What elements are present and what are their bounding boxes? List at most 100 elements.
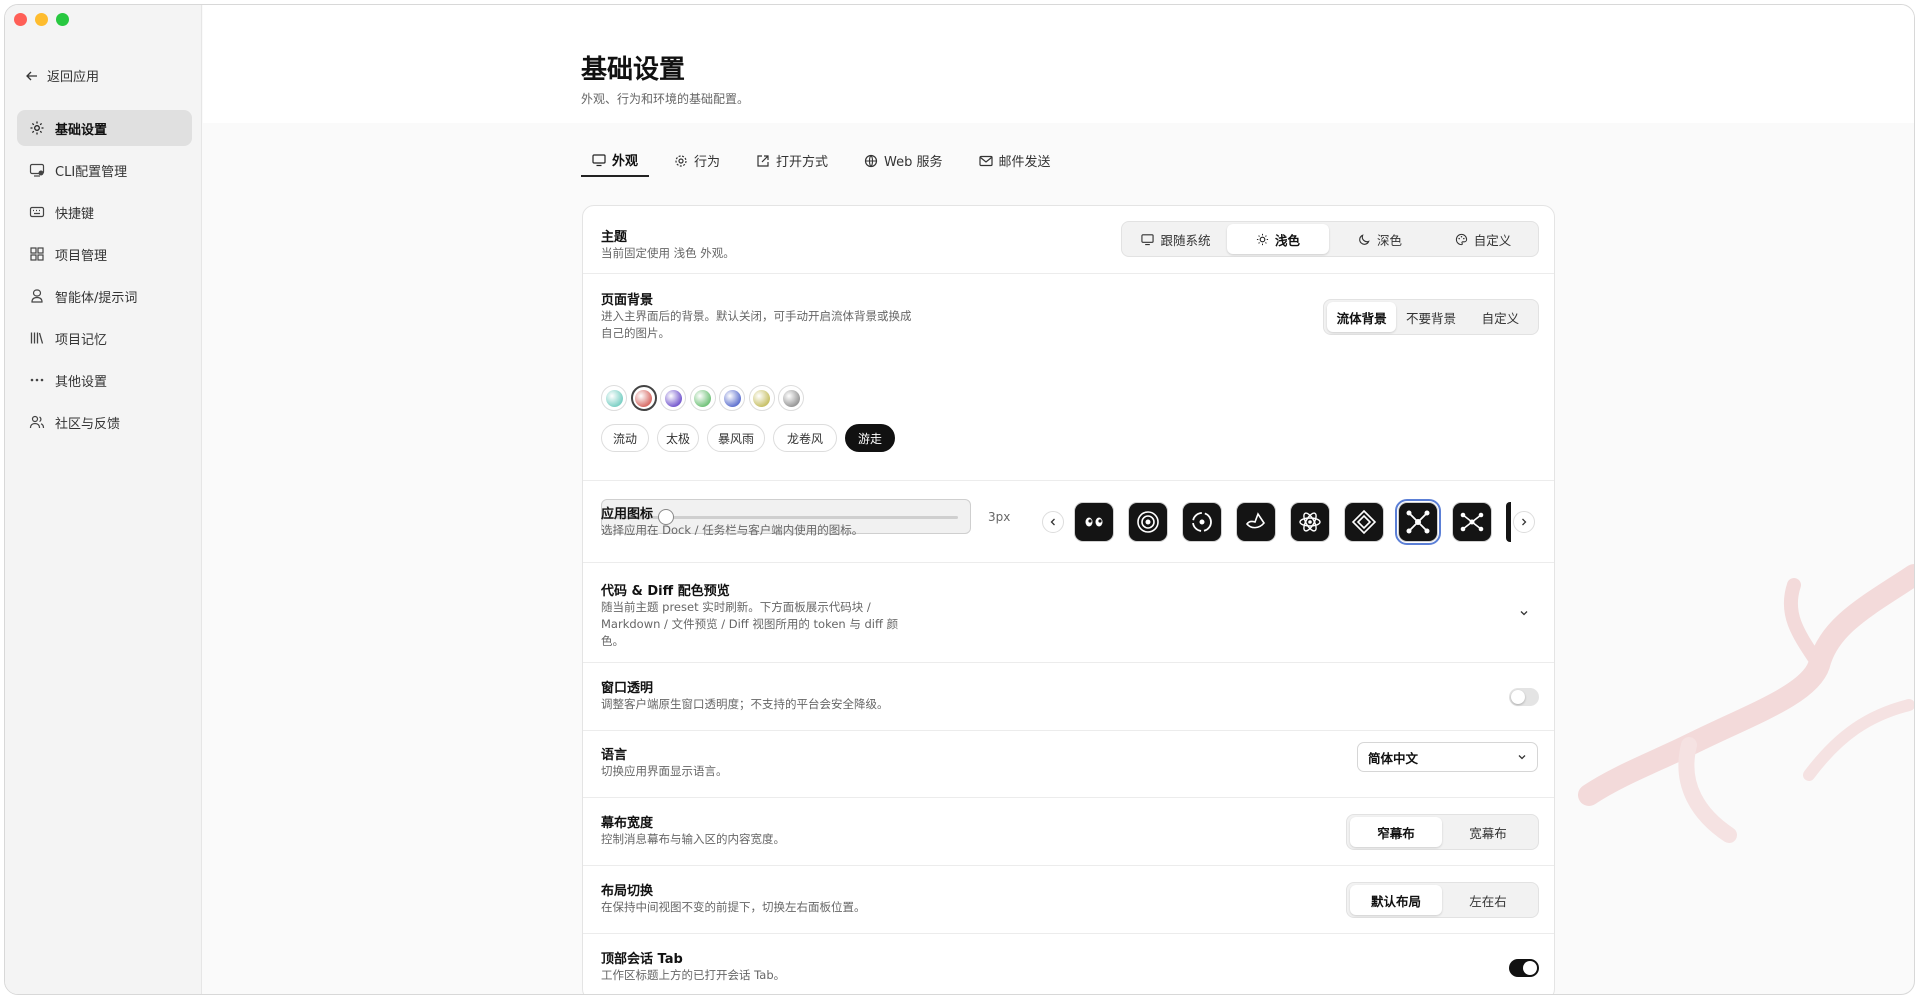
icons-prev-button[interactable] <box>1042 511 1064 533</box>
tab-appearance[interactable]: 外观 <box>581 144 650 177</box>
color-swatch[interactable] <box>660 385 686 411</box>
app-icon-option-target[interactable] <box>1128 502 1168 542</box>
tab-web-service[interactable]: Web 服务 <box>853 144 953 177</box>
gear-icon <box>30 121 44 135</box>
palette-icon <box>1455 233 1467 245</box>
code-preview-row[interactable]: 代码 & Diff 配色预览 随当前主题 preset 实时刷新。下方面板展示代… <box>583 563 1554 663</box>
canvas-option-wide[interactable]: 宽幕布 <box>1442 817 1534 847</box>
app-icon-option-network[interactable] <box>1395 499 1441 545</box>
style-chip-flow[interactable]: 流动 <box>601 424 649 452</box>
language-value: 简体中文 <box>1368 750 1419 766</box>
style-chip-storm[interactable]: 暴风雨 <box>707 424 765 452</box>
app-icon-option-eyes[interactable] <box>1074 502 1114 542</box>
background-mode-none[interactable]: 不要背景 <box>1396 302 1465 332</box>
page-subtitle: 外观、行为和环境的基础配置。 <box>581 92 750 106</box>
theme-title: 主题 <box>601 230 628 245</box>
settings-tabs: 外观 行为 打开方式 Web 服务 邮件发送 <box>581 144 1555 177</box>
app-icon-option-bird[interactable] <box>1236 502 1276 542</box>
monitor-icon <box>29 163 45 177</box>
layout-selector: 默认布局 左在右 <box>1346 882 1539 918</box>
grid-icon <box>30 247 44 261</box>
layout-title: 布局切换 <box>601 884 654 899</box>
app-icon-row: 应用图标 选择应用在 Dock / 任务栏与客户端内使用的图标。 <box>583 481 1554 563</box>
background-decoration <box>1578 564 1914 843</box>
app-icon-option-orbit[interactable] <box>1182 502 1222 542</box>
tab-behavior[interactable]: 行为 <box>663 144 731 177</box>
top-tab-title: 顶部会话 Tab <box>601 952 683 967</box>
theme-option-dark[interactable]: 深色 <box>1329 224 1431 254</box>
header-band <box>203 5 1914 123</box>
monitor-icon <box>592 153 606 166</box>
style-chip-taichi[interactable]: 太极 <box>657 424 699 452</box>
code-preview-title: 代码 & Diff 配色预览 <box>601 584 730 599</box>
app-icon-option-nodes[interactable] <box>1452 502 1492 542</box>
layout-desc: 在保持中间视图不变的前提下，切换左右面板位置。 <box>601 900 866 914</box>
color-swatch[interactable] <box>601 385 627 411</box>
theme-row: 主题 当前固定使用 浅色 外观。 跟随系统 浅色 深色 自定义 <box>583 206 1554 274</box>
layout-option-default[interactable]: 默认布局 <box>1350 885 1442 915</box>
close-window-button[interactable] <box>14 13 27 26</box>
language-desc: 切换应用界面显示语言。 <box>601 764 728 778</box>
more-icon <box>30 378 44 382</box>
option-label: 自定义 <box>1473 232 1512 248</box>
sidebar-item-other[interactable]: 其他设置 <box>17 362 192 398</box>
icons-next-button[interactable] <box>1513 511 1535 533</box>
sidebar-item-label: 快捷键 <box>55 206 95 222</box>
keyboard-icon <box>29 206 45 218</box>
sidebar-item-basic-settings[interactable]: 基础设置 <box>17 110 192 146</box>
swatch-color <box>723 389 741 407</box>
color-swatch[interactable] <box>778 385 804 411</box>
main-content: 基础设置 外观、行为和环境的基础配置。 外观 行为 打开方式 Web 服务 邮件… <box>203 5 1914 994</box>
swatch-color <box>664 389 682 407</box>
canvas-width-selector: 窄幕布 宽幕布 <box>1346 814 1539 850</box>
style-chip-tornado[interactable]: 龙卷风 <box>773 424 837 452</box>
theme-option-light[interactable]: 浅色 <box>1227 224 1329 254</box>
layout-option-swap[interactable]: 左在右 <box>1442 885 1534 915</box>
language-select[interactable]: 简体中文 <box>1357 742 1538 772</box>
theme-option-system[interactable]: 跟随系统 <box>1125 224 1227 254</box>
sidebar-item-shortcuts[interactable]: 快捷键 <box>17 194 192 230</box>
minimize-window-button[interactable] <box>35 13 48 26</box>
sidebar-item-community[interactable]: 社区与反馈 <box>17 404 192 440</box>
nodes-icon <box>1460 512 1484 532</box>
style-chip-wander[interactable]: 游走 <box>845 424 895 452</box>
sidebar-item-cli-config[interactable]: CLI配置管理 <box>17 152 192 188</box>
sidebar-item-agents[interactable]: 智能体/提示词 <box>17 278 192 314</box>
background-mode-custom[interactable]: 自定义 <box>1466 302 1535 332</box>
background-row: 页面背景 进入主界面后的背景。默认关闭，可手动开启流体背景或换成自己的图片。 流… <box>583 274 1554 534</box>
color-swatch[interactable] <box>748 385 775 411</box>
chevron-left-icon <box>1050 518 1055 526</box>
sidebar-item-memory[interactable]: 项目记忆 <box>17 320 192 356</box>
app-icon-option-atom[interactable] <box>1290 502 1330 542</box>
tab-mail[interactable]: 邮件发送 <box>968 144 1062 177</box>
top-tab-toggle[interactable] <box>1509 959 1539 977</box>
option-label: 跟随系统 <box>1160 232 1211 248</box>
sidebar-item-label: CLI配置管理 <box>55 164 128 180</box>
canvas-width-row: 幕布宽度 控制消息幕布与输入区的内容宽度。 窄幕布 宽幕布 <box>583 798 1554 866</box>
bird-icon <box>1246 512 1265 529</box>
transparency-row: 窗口透明 调整客户端原生窗口透明度；不支持的平台会安全降级。 <box>583 663 1554 731</box>
tab-open-with[interactable]: 打开方式 <box>745 144 839 177</box>
background-mode-selector: 流体背景 不要背景 自定义 <box>1323 299 1539 335</box>
canvas-option-narrow[interactable]: 窄幕布 <box>1350 817 1442 847</box>
library-icon <box>30 332 44 344</box>
mail-icon <box>978 155 993 166</box>
sidebar-item-projects[interactable]: 项目管理 <box>17 236 192 272</box>
atom-icon <box>1299 512 1321 532</box>
canvas-width-title: 幕布宽度 <box>601 816 654 831</box>
theme-selector: 跟随系统 浅色 深色 自定义 <box>1121 221 1539 257</box>
language-title: 语言 <box>601 748 628 763</box>
back-to-app-button[interactable]: 返回应用 <box>25 66 99 85</box>
sidebar: 返回应用 基础设置 CLI配置管理 快捷键 项目管理 智能体/提示词 项目记忆 … <box>5 5 202 994</box>
color-swatch[interactable] <box>630 385 657 411</box>
transparency-toggle[interactable] <box>1509 688 1539 706</box>
chevron-down-icon[interactable] <box>1518 607 1530 619</box>
color-swatch[interactable] <box>719 385 745 411</box>
tab-label: Web 服务 <box>884 155 943 170</box>
window-controls <box>14 13 69 26</box>
theme-option-custom[interactable]: 自定义 <box>1431 224 1535 254</box>
app-icon-option-diamond[interactable] <box>1344 502 1384 542</box>
zoom-window-button[interactable] <box>56 13 69 26</box>
background-mode-fluid[interactable]: 流体背景 <box>1327 302 1397 332</box>
color-swatch[interactable] <box>689 385 716 411</box>
